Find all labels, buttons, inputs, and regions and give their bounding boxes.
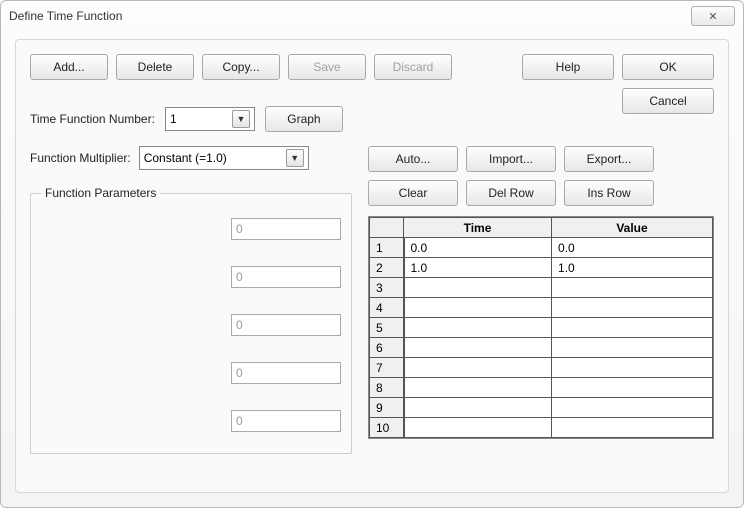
cell-value[interactable]: 1.0 (552, 258, 713, 278)
ok-button[interactable]: OK (622, 54, 714, 80)
cell-value[interactable] (552, 298, 713, 318)
table-row[interactable]: 3 (370, 278, 713, 298)
close-button[interactable]: ✕ (691, 6, 735, 26)
table-row[interactable]: 7 (370, 358, 713, 378)
row-header-blank (370, 218, 404, 238)
param-4-input (231, 362, 341, 384)
param-3-input (231, 314, 341, 336)
graph-button[interactable]: Graph (265, 106, 343, 132)
tfn-combo[interactable]: 1 ▼ (165, 107, 255, 131)
cell-value[interactable] (552, 318, 713, 338)
table-row[interactable]: 4 (370, 298, 713, 318)
row-index: 4 (370, 298, 404, 318)
chevron-down-icon: ▼ (232, 110, 250, 128)
dialog-define-time-function: Define Time Function ✕ Add... Delete Cop… (0, 0, 744, 508)
cell-value[interactable] (552, 278, 713, 298)
row-index: 3 (370, 278, 404, 298)
row-index: 6 (370, 338, 404, 358)
auto-button[interactable]: Auto... (368, 146, 458, 172)
cell-time[interactable] (404, 278, 552, 298)
add-button[interactable]: Add... (30, 54, 108, 80)
table-row[interactable]: 8 (370, 378, 713, 398)
export-button[interactable]: Export... (564, 146, 654, 172)
col-time: Time (404, 218, 552, 238)
mult-value: Constant (=1.0) (144, 151, 227, 165)
cell-time[interactable]: 0.0 (404, 238, 552, 258)
row-index: 9 (370, 398, 404, 418)
col-value: Value (552, 218, 713, 238)
clear-button[interactable]: Clear (368, 180, 458, 206)
cell-time[interactable] (404, 318, 552, 338)
cell-time[interactable] (404, 338, 552, 358)
function-parameters-group: Function Parameters (30, 186, 352, 454)
mult-combo[interactable]: Constant (=1.0) ▼ (139, 146, 309, 170)
close-icon: ✕ (708, 10, 717, 23)
cell-value[interactable] (552, 378, 713, 398)
cell-value[interactable] (552, 338, 713, 358)
mult-label: Function Multiplier: (30, 151, 131, 165)
titlebar: Define Time Function ✕ (1, 1, 743, 31)
window-title: Define Time Function (9, 9, 691, 23)
cell-time[interactable] (404, 378, 552, 398)
insrow-button[interactable]: Ins Row (564, 180, 654, 206)
table-row[interactable]: 21.01.0 (370, 258, 713, 278)
delete-button[interactable]: Delete (116, 54, 194, 80)
cell-value[interactable] (552, 398, 713, 418)
table-row[interactable]: 6 (370, 338, 713, 358)
cell-time[interactable]: 1.0 (404, 258, 552, 278)
import-button[interactable]: Import... (466, 146, 556, 172)
row-index: 2 (370, 258, 404, 278)
help-button[interactable]: Help (522, 54, 614, 80)
param-1-input (231, 218, 341, 240)
copy-button[interactable]: Copy... (202, 54, 280, 80)
cell-time[interactable] (404, 358, 552, 378)
row-index: 7 (370, 358, 404, 378)
param-2-input (231, 266, 341, 288)
table-row[interactable]: 5 (370, 318, 713, 338)
params-legend: Function Parameters (41, 186, 160, 200)
row-index: 5 (370, 318, 404, 338)
delrow-button[interactable]: Del Row (466, 180, 556, 206)
row-index: 10 (370, 418, 404, 438)
cell-time[interactable] (404, 298, 552, 318)
time-value-table[interactable]: Time Value 10.00.021.01.0345678910 (368, 216, 714, 439)
cell-value[interactable] (552, 358, 713, 378)
save-button: Save (288, 54, 366, 80)
table-row[interactable]: 10.00.0 (370, 238, 713, 258)
table-row[interactable]: 9 (370, 398, 713, 418)
row-index: 8 (370, 378, 404, 398)
row-index: 1 (370, 238, 404, 258)
tfn-label: Time Function Number: (30, 112, 155, 126)
tfn-value: 1 (170, 112, 177, 126)
chevron-down-icon: ▼ (286, 149, 304, 167)
table-row[interactable]: 10 (370, 418, 713, 438)
cell-time[interactable] (404, 418, 552, 438)
cell-value[interactable] (552, 418, 713, 438)
cell-value[interactable]: 0.0 (552, 238, 713, 258)
cancel-button[interactable]: Cancel (622, 88, 714, 114)
discard-button: Discard (374, 54, 452, 80)
param-5-input (231, 410, 341, 432)
cell-time[interactable] (404, 398, 552, 418)
